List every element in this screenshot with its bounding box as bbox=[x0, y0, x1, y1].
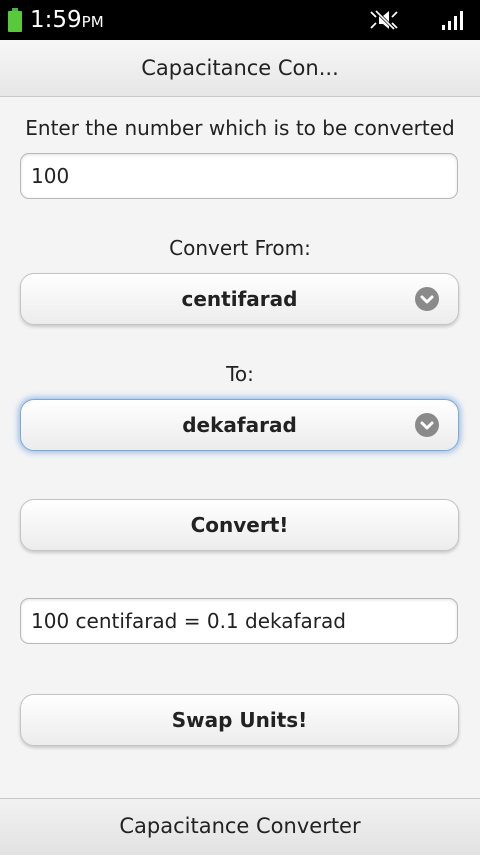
input-label: Enter the number which is to be converte… bbox=[25, 116, 455, 140]
clock-time: 1:59 bbox=[30, 7, 82, 33]
signal-strength-icon bbox=[442, 11, 463, 30]
silent-mode-icon bbox=[370, 9, 398, 31]
convert-from-value: centifarad bbox=[181, 287, 298, 311]
chevron-down-icon bbox=[415, 287, 439, 311]
result-field[interactable]: 100 centifarad = 0.1 dekafarad bbox=[20, 598, 458, 644]
number-input[interactable]: 100 bbox=[20, 153, 458, 199]
convert-to-label: To: bbox=[226, 362, 254, 386]
battery-icon bbox=[8, 8, 22, 32]
footer-title: Capacitance Converter bbox=[0, 798, 480, 855]
convert-from-select[interactable]: centifarad bbox=[20, 273, 459, 325]
convert-to-select[interactable]: dekafarad bbox=[20, 399, 459, 451]
convert-button[interactable]: Convert! bbox=[20, 499, 459, 551]
convert-from-label: Convert From: bbox=[169, 236, 311, 260]
convert-to-value: dekafarad bbox=[182, 413, 297, 437]
swap-units-button[interactable]: Swap Units! bbox=[20, 694, 459, 746]
page-title: Capacitance Con... bbox=[0, 40, 480, 97]
clock-ampm: PM bbox=[81, 13, 104, 31]
chevron-down-icon bbox=[415, 413, 439, 437]
status-clock: 1:59PM bbox=[30, 6, 104, 36]
status-bar: 1:59PM bbox=[0, 0, 480, 40]
